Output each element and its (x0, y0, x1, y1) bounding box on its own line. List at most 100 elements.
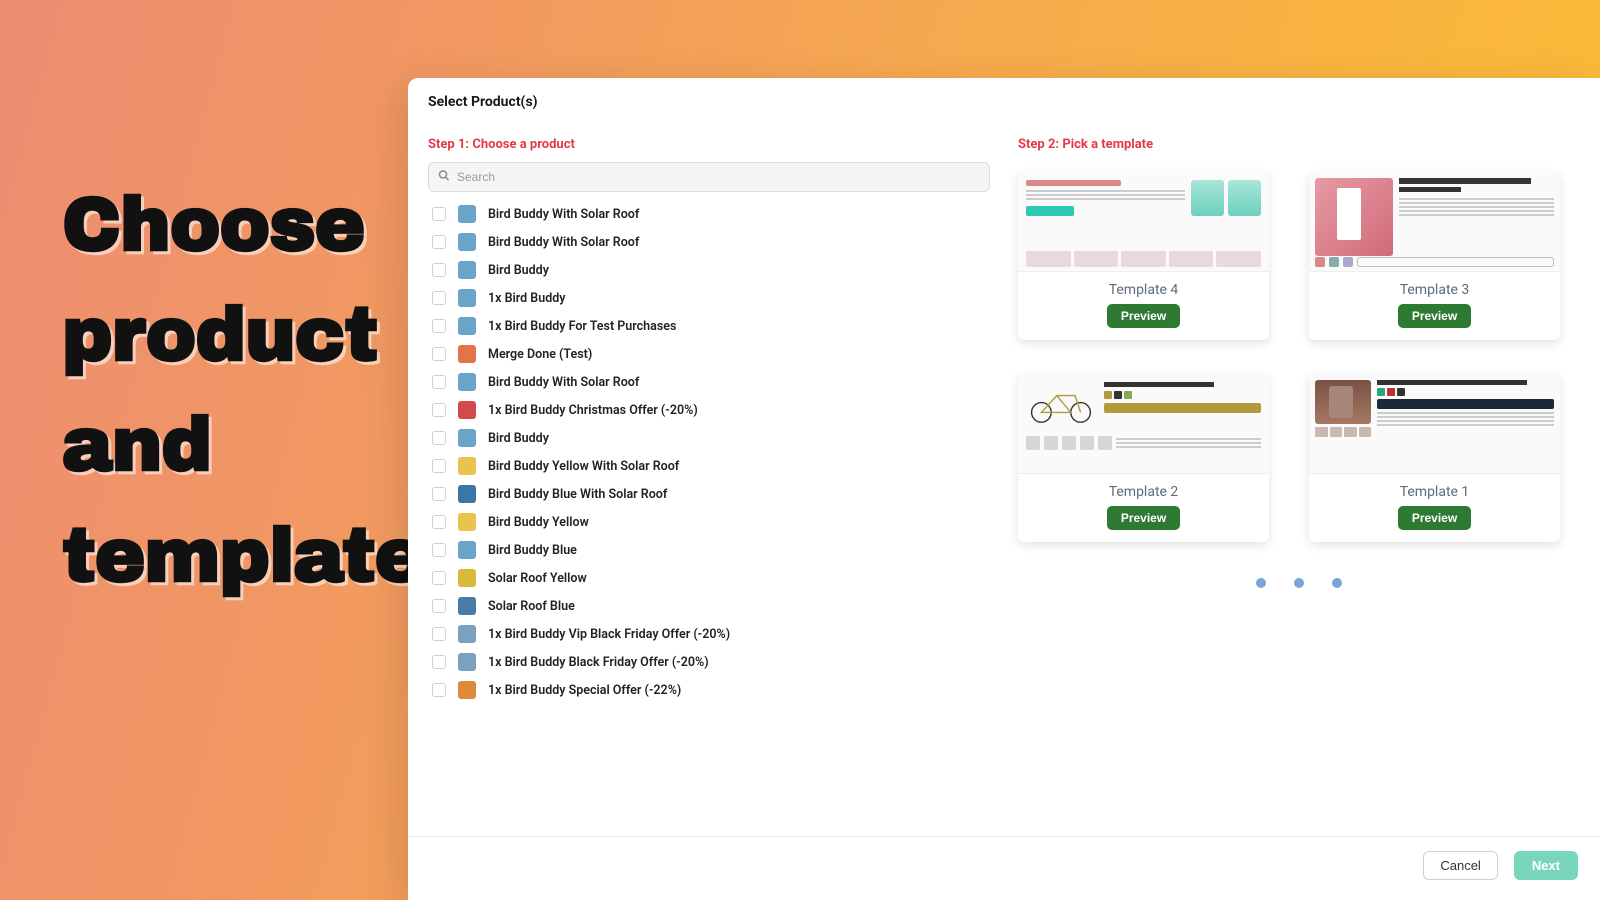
step1-column: Step 1: Choose a product Bird Buddy With… (428, 125, 990, 818)
product-name: Bird Buddy (488, 263, 549, 278)
product-checkbox[interactable] (432, 431, 446, 445)
product-thumb-icon (458, 681, 476, 699)
product-name: Bird Buddy Blue (488, 543, 577, 558)
product-thumb-icon (458, 317, 476, 335)
product-checkbox[interactable] (432, 347, 446, 361)
template-thumbnail (1309, 172, 1560, 272)
product-checkbox[interactable] (432, 487, 446, 501)
product-thumb-icon (458, 625, 476, 643)
product-checkbox[interactable] (432, 515, 446, 529)
product-thumb-icon (458, 261, 476, 279)
product-thumb-icon (458, 373, 476, 391)
product-name: 1x Bird Buddy Black Friday Offer (-20%) (488, 655, 709, 670)
product-row[interactable]: Bird Buddy Yellow With Solar Roof (428, 452, 986, 480)
preview-button[interactable]: Preview (1398, 506, 1471, 530)
product-name: 1x Bird Buddy Special Offer (-22%) (488, 683, 681, 698)
product-checkbox[interactable] (432, 683, 446, 697)
product-thumb-icon (458, 429, 476, 447)
product-checkbox[interactable] (432, 571, 446, 585)
product-row[interactable]: 1x Bird Buddy Christmas Offer (-20%) (428, 396, 986, 424)
product-name: 1x Bird Buddy Vip Black Friday Offer (-2… (488, 627, 730, 642)
product-thumb-icon (458, 289, 476, 307)
template-card[interactable]: Template 1Preview (1309, 374, 1560, 542)
product-row[interactable]: 1x Bird Buddy (428, 284, 986, 312)
hero-line-1: Choose (62, 170, 382, 280)
product-checkbox[interactable] (432, 627, 446, 641)
product-row[interactable]: Solar Roof Yellow (428, 564, 986, 592)
product-row[interactable]: Merge Done (Test) (428, 340, 986, 368)
product-row[interactable]: 1x Bird Buddy Special Offer (-22%) (428, 676, 986, 704)
search-wrap (428, 162, 990, 192)
modal-title: Select Product(s) (408, 78, 1600, 125)
product-name: 1x Bird Buddy For Test Purchases (488, 319, 676, 334)
product-row[interactable]: Bird Buddy (428, 256, 986, 284)
product-checkbox[interactable] (432, 459, 446, 473)
product-name: Bird Buddy (488, 431, 549, 446)
next-button[interactable]: Next (1514, 851, 1578, 880)
product-name: Bird Buddy Blue With Solar Roof (488, 487, 667, 502)
product-thumb-icon (458, 513, 476, 531)
hero-line-4: template (62, 501, 382, 611)
product-row[interactable]: Bird Buddy (428, 424, 986, 452)
template-title: Template 1 (1309, 474, 1560, 506)
product-thumb-icon (458, 401, 476, 419)
template-title: Template 2 (1018, 474, 1269, 506)
product-thumb-icon (458, 597, 476, 615)
product-row[interactable]: Bird Buddy With Solar Roof (428, 368, 986, 396)
modal-footer: Cancel Next (408, 836, 1600, 900)
preview-button[interactable]: Preview (1398, 304, 1471, 328)
step2-label: Step 2: Pick a template (1018, 125, 1580, 162)
product-checkbox[interactable] (432, 375, 446, 389)
product-row[interactable]: 1x Bird Buddy For Test Purchases (428, 312, 986, 340)
template-card[interactable]: Template 2Preview (1018, 374, 1269, 542)
product-thumb-icon (458, 653, 476, 671)
product-thumb-icon (458, 457, 476, 475)
product-thumb-icon (458, 205, 476, 223)
page-dot[interactable] (1332, 578, 1342, 588)
product-row[interactable]: 1x Bird Buddy Black Friday Offer (-20%) (428, 648, 986, 676)
preview-button[interactable]: Preview (1107, 506, 1180, 530)
product-checkbox[interactable] (432, 291, 446, 305)
product-checkbox[interactable] (432, 655, 446, 669)
product-row[interactable]: 1x Bird Buddy Vip Black Friday Offer (-2… (428, 620, 986, 648)
search-icon (438, 170, 450, 185)
template-title: Template 3 (1309, 272, 1560, 304)
product-checkbox[interactable] (432, 543, 446, 557)
product-checkbox[interactable] (432, 263, 446, 277)
product-row[interactable]: Solar Roof Blue (428, 592, 986, 620)
step1-label: Step 1: Choose a product (428, 125, 990, 162)
template-card[interactable]: Template 4Preview (1018, 172, 1269, 340)
hero-line-2: product (62, 280, 382, 390)
product-list[interactable]: Bird Buddy With Solar RoofBird Buddy Wit… (428, 200, 990, 818)
template-card[interactable]: Template 3Preview (1309, 172, 1560, 340)
product-checkbox[interactable] (432, 319, 446, 333)
product-name: Bird Buddy Yellow (488, 515, 589, 530)
product-thumb-icon (458, 569, 476, 587)
page-dot[interactable] (1256, 578, 1266, 588)
product-row[interactable]: Bird Buddy With Solar Roof (428, 228, 986, 256)
product-name: Bird Buddy Yellow With Solar Roof (488, 459, 679, 474)
preview-button[interactable]: Preview (1107, 304, 1180, 328)
product-name: Merge Done (Test) (488, 347, 592, 362)
product-thumb-icon (458, 485, 476, 503)
product-checkbox[interactable] (432, 207, 446, 221)
cancel-button[interactable]: Cancel (1423, 851, 1497, 880)
product-checkbox[interactable] (432, 599, 446, 613)
product-checkbox[interactable] (432, 403, 446, 417)
template-grid: Template 4PreviewTemplate 3PreviewTempla… (1018, 162, 1580, 542)
select-product-modal: Select Product(s) Step 1: Choose a produ… (408, 78, 1600, 900)
template-thumbnail (1309, 374, 1560, 474)
product-checkbox[interactable] (432, 235, 446, 249)
product-name: Solar Roof Blue (488, 599, 575, 614)
pagination-dots (1018, 578, 1580, 588)
product-name: 1x Bird Buddy (488, 291, 565, 306)
product-row[interactable]: Bird Buddy Yellow (428, 508, 986, 536)
template-thumbnail (1018, 374, 1269, 474)
search-input[interactable] (428, 162, 990, 192)
product-thumb-icon (458, 541, 476, 559)
product-row[interactable]: Bird Buddy Blue (428, 536, 986, 564)
product-thumb-icon (458, 345, 476, 363)
product-row[interactable]: Bird Buddy With Solar Roof (428, 200, 986, 228)
product-row[interactable]: Bird Buddy Blue With Solar Roof (428, 480, 986, 508)
page-dot[interactable] (1294, 578, 1304, 588)
